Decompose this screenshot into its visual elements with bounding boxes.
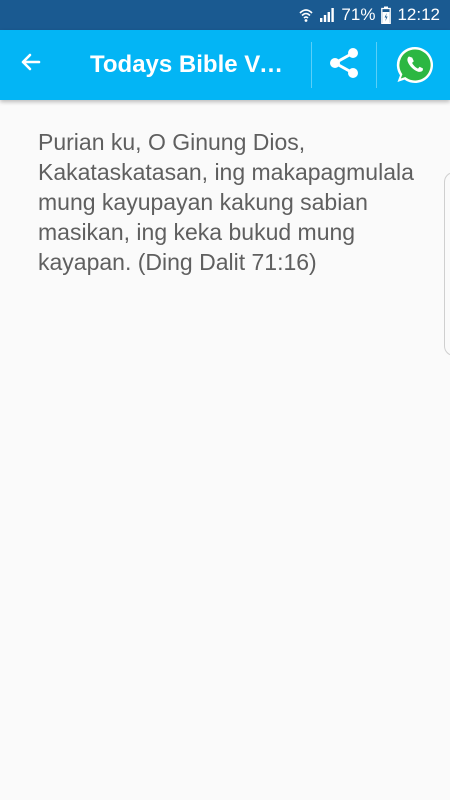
share-icon [327, 46, 361, 85]
whatsapp-button[interactable] [392, 44, 438, 90]
battery-percent: 71% [341, 5, 376, 24]
share-button[interactable] [311, 42, 377, 88]
verse-text: Purian ku, O Ginung Dios, Kakataskatasan… [38, 129, 414, 275]
app-bar: Todays Bible Ver... [0, 30, 450, 100]
page-title: Todays Bible Ver... [90, 51, 296, 78]
edge-panel-handle[interactable] [444, 172, 450, 356]
arrow-left-icon [19, 50, 43, 79]
battery-icon [381, 6, 392, 24]
whatsapp-icon [394, 44, 436, 91]
signal-icon [319, 7, 335, 23]
status-icons: 71% 12:12 [299, 0, 440, 30]
wifi-icon [299, 7, 313, 23]
back-button[interactable] [8, 41, 54, 87]
clock: 12:12 [397, 5, 440, 24]
status-bar: 71% 12:12 [0, 0, 450, 30]
